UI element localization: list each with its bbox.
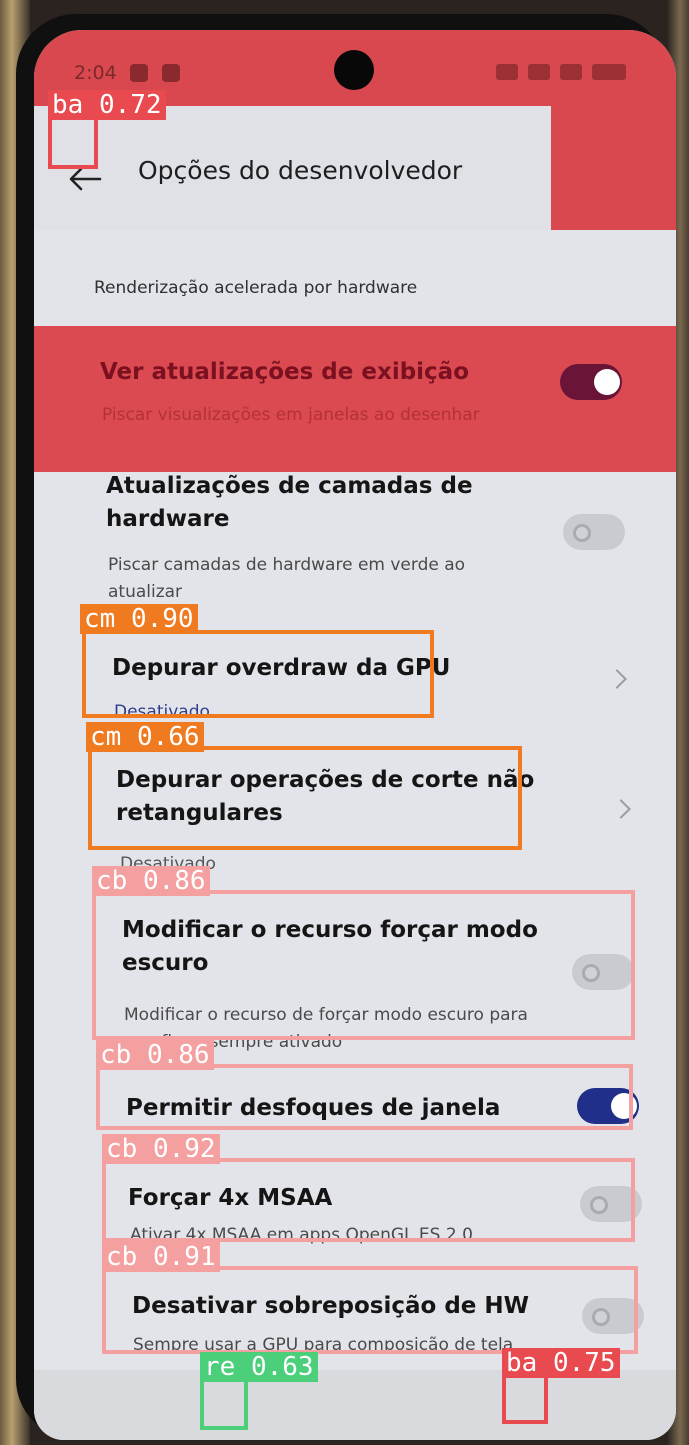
setting-subtitle: Piscar visualizações em janelas ao desen…	[102, 405, 480, 425]
detection-box-window-blur	[96, 1064, 633, 1130]
detection-label: cb 0.86	[92, 866, 210, 896]
detection-label: cm 0.90	[80, 604, 198, 634]
detection-label: cm 0.66	[86, 722, 204, 752]
toggle-switch[interactable]	[560, 364, 622, 400]
app-bar-overlay	[551, 106, 676, 230]
detection-box-msaa	[102, 1158, 635, 1242]
battery-icon	[592, 64, 626, 80]
chevron-right-icon	[611, 799, 631, 819]
page-title: Opções do desenvolvedor	[138, 156, 463, 185]
toggle-switch[interactable]	[563, 514, 625, 550]
status-time: 2:04	[74, 62, 117, 84]
app-notification-icon	[162, 64, 180, 82]
status-icons	[496, 64, 626, 80]
setting-title: Atualizações de camadas de hardware	[106, 473, 473, 533]
detection-label: cb 0.86	[96, 1040, 214, 1070]
wifi-icon	[528, 64, 550, 80]
front-camera	[334, 50, 374, 90]
detection-label: ba 0.72	[48, 90, 166, 120]
detection-box-back	[48, 115, 98, 169]
detection-box-force-dark	[92, 890, 635, 1040]
detection-label: ba 0.75	[502, 1348, 620, 1378]
section-header: Renderização acelerada por hardware	[94, 278, 418, 298]
toggle-knob	[594, 369, 620, 395]
detection-box-back-nav	[502, 1374, 548, 1424]
arrow-left-icon	[69, 167, 102, 191]
detection-label: re 0.63	[200, 1352, 318, 1382]
setting-hw-layer-updates[interactable]: Atualizações de camadas de hardware Pisc…	[34, 470, 676, 620]
detection-label: cb 0.92	[102, 1134, 220, 1164]
vibrate-icon	[496, 64, 518, 80]
detection-box-non-rect-clip	[88, 746, 522, 850]
toggle-knob	[573, 524, 591, 542]
cast-icon	[560, 64, 582, 80]
setting-subtitle: Piscar camadas de hardware em verde ao a…	[108, 555, 466, 603]
chevron-right-icon	[607, 669, 627, 689]
notification-icon	[130, 64, 148, 82]
detection-label: cb 0.91	[102, 1242, 220, 1272]
setting-title: Ver atualizações de exibição	[100, 359, 469, 385]
detection-box-recents	[200, 1378, 248, 1430]
detection-box-gpu-overdraw	[82, 630, 434, 718]
setting-show-view-updates[interactable]: Ver atualizações de exibição Piscar visu…	[34, 356, 676, 466]
detection-box-hw-overlay	[102, 1266, 638, 1354]
navigation-bar	[34, 1370, 676, 1440]
